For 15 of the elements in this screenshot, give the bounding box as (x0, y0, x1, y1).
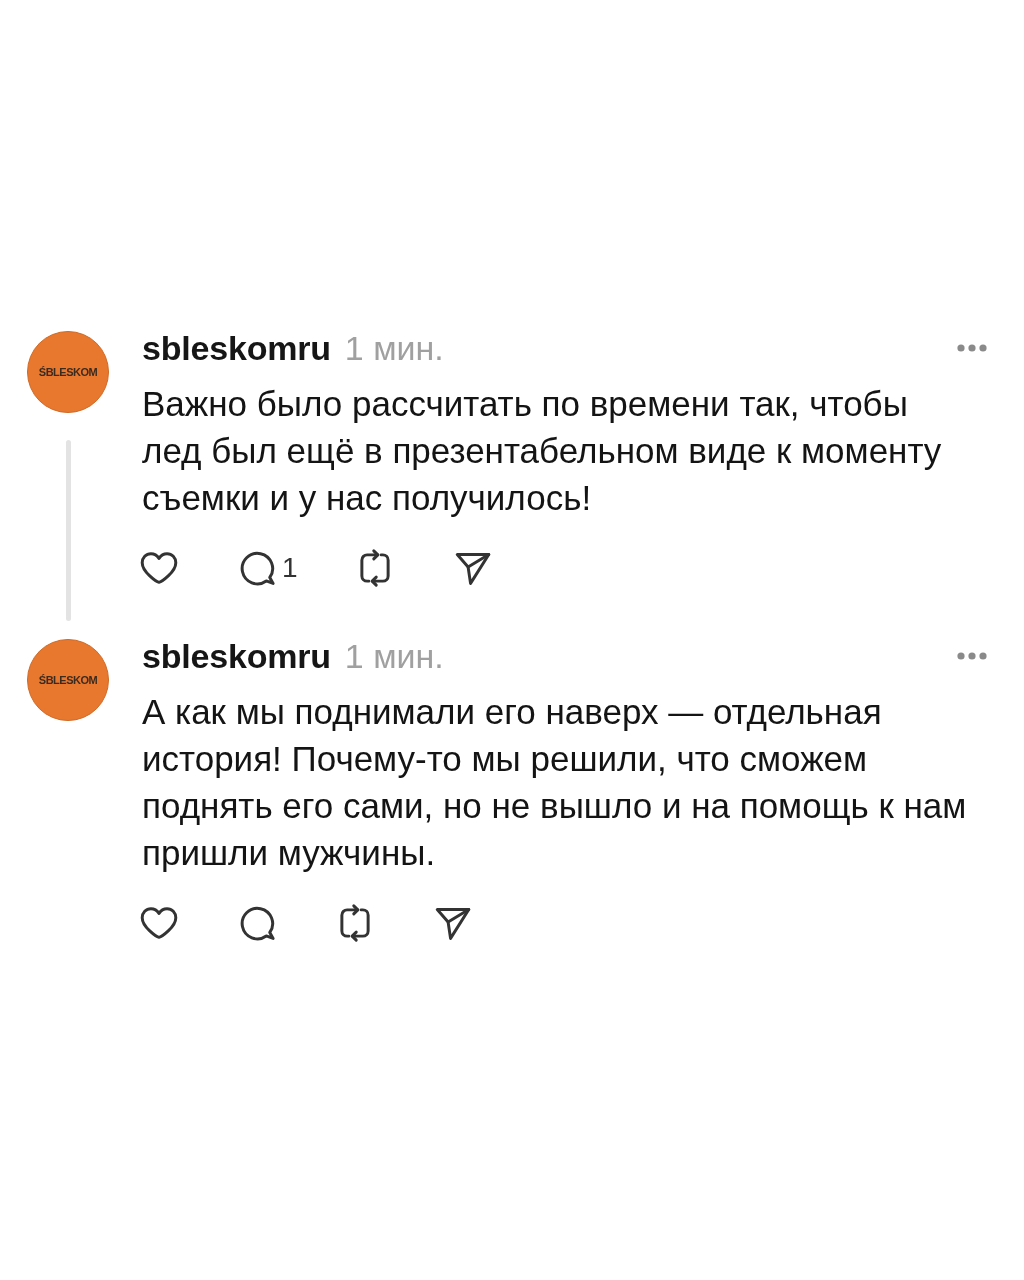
comment-button[interactable]: 1 (236, 546, 298, 590)
more-icon (957, 344, 987, 352)
avatar[interactable]: ŚBLESKOM (27, 639, 109, 721)
username[interactable]: sbleskomru (142, 328, 331, 368)
more-options-button[interactable] (957, 652, 987, 660)
more-icon (957, 652, 987, 660)
post-time: 1 мин. (344, 328, 444, 368)
post-time: 1 мин. (344, 636, 444, 676)
more-options-button[interactable] (957, 344, 987, 352)
avatar-logo-text: ŚBLESKOM (38, 366, 98, 378)
post-text: Важно было рассчитать по времени так, чтобы лед был ещё в презентабельном виде к моменту съемки и у нас получилось! (142, 383, 943, 519)
post-text: А как мы поднимали его наверх — отдельная история! Почему-то мы решили, что сможем поднять его сами, но не вышло и на помощь к нам пришли мужчины. (142, 691, 968, 874)
avatar-logo-text: ŚBLESKOM (38, 674, 98, 686)
avatar[interactable]: ŚBLESKOM (27, 331, 109, 413)
username[interactable]: sbleskomru (142, 636, 331, 676)
